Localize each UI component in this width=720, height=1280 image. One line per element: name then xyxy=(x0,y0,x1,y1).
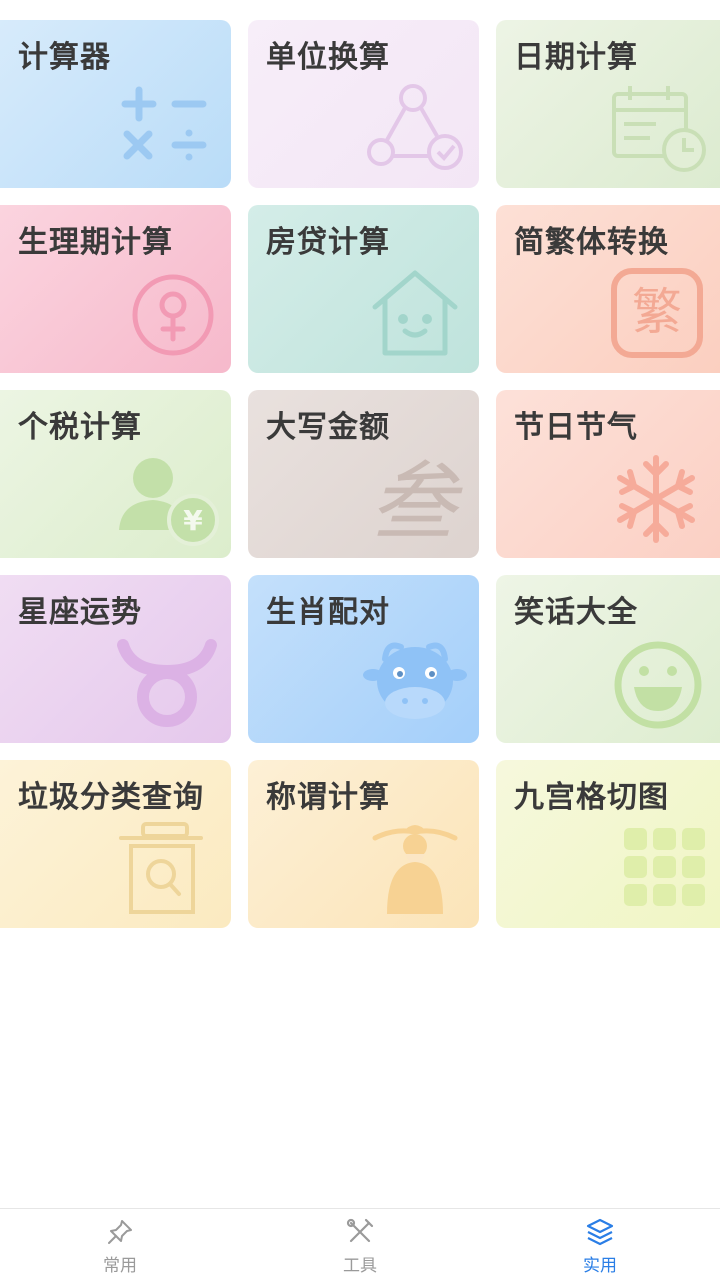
tool-card-title: 生肖配对 xyxy=(266,595,390,630)
tool-card-calculator[interactable]: 计算器 xyxy=(0,20,231,188)
tool-card-title: 笑话大全 xyxy=(514,595,638,630)
tool-card-mortgage-calc[interactable]: 房贷计算 xyxy=(248,205,479,373)
svg-text:¥: ¥ xyxy=(183,504,203,537)
tool-grid: 计算器 单位换算 日期计算 生理期计算 房贷计算 简繁体转换 繁 个税计算 ¥ … xyxy=(0,20,720,928)
grid-cell xyxy=(653,828,676,850)
tool-card-date-calc[interactable]: 日期计算 xyxy=(496,20,720,188)
tab-label: 实用 xyxy=(583,1256,617,1276)
grid-cell xyxy=(624,856,647,878)
house-icon xyxy=(365,269,465,359)
traditional-char-icon: 繁 xyxy=(606,268,706,359)
tool-card-garbage-sorting[interactable]: 垃圾分类查询 xyxy=(0,760,231,928)
person-yuan-icon: ¥ xyxy=(117,454,219,546)
taurus-icon xyxy=(117,639,217,729)
svg-text:叁: 叁 xyxy=(370,453,463,553)
calculator-icon xyxy=(117,84,217,174)
grid-cell xyxy=(653,884,676,906)
grid-cell xyxy=(653,856,676,878)
grid-cell xyxy=(624,828,647,850)
grid-cell xyxy=(682,884,705,906)
tool-card-jokes[interactable]: 笑话大全 xyxy=(496,575,720,743)
grid-cell xyxy=(682,856,705,878)
tool-card-title: 房贷计算 xyxy=(266,225,390,260)
tool-card-uppercase-amount[interactable]: 大写金额 叁 xyxy=(248,390,479,558)
tab-label: 常用 xyxy=(103,1256,137,1276)
elder-figure-icon xyxy=(365,824,465,914)
bottom-tab-bar: 常用 工具 实用 xyxy=(0,1208,720,1280)
tab-common[interactable]: 常用 xyxy=(0,1209,240,1280)
grid-cell xyxy=(682,828,705,850)
tool-card-title: 计算器 xyxy=(18,40,111,75)
tool-card-kinship-calc[interactable]: 称谓计算 xyxy=(248,760,479,928)
tool-card-title: 垃圾分类查询 xyxy=(18,780,204,815)
tab-label: 工具 xyxy=(343,1256,377,1276)
svg-text:繁: 繁 xyxy=(632,283,682,341)
smiley-icon xyxy=(606,639,706,729)
calendar-clock-icon xyxy=(606,84,706,174)
tool-card-title: 简繁体转换 xyxy=(514,225,669,260)
uppercase-number-icon: 叁 xyxy=(365,453,465,553)
tab-tools[interactable]: 工具 xyxy=(240,1209,480,1280)
tool-card-income-tax[interactable]: 个税计算 ¥ xyxy=(0,390,231,558)
tab-practical[interactable]: 实用 xyxy=(480,1209,720,1280)
layers-icon xyxy=(585,1217,615,1247)
ox-icon xyxy=(363,639,467,729)
unit-convert-icon xyxy=(365,84,465,174)
tool-card-title: 单位换算 xyxy=(266,40,390,75)
tool-card-festivals[interactable]: 节日节气 xyxy=(496,390,720,558)
tool-card-title: 生理期计算 xyxy=(18,225,173,260)
tool-card-period-calc[interactable]: 生理期计算 xyxy=(0,205,231,373)
tool-card-simplified-traditional[interactable]: 简繁体转换 繁 xyxy=(496,205,720,373)
snowflake-icon xyxy=(606,454,706,544)
tool-card-horoscope[interactable]: 星座运势 xyxy=(0,575,231,743)
trash-search-icon xyxy=(117,822,217,914)
tool-card-title: 星座运势 xyxy=(18,595,142,630)
tool-card-title: 节日节气 xyxy=(514,410,638,445)
pin-icon xyxy=(105,1217,135,1247)
tool-card-title: 日期计算 xyxy=(514,40,638,75)
tool-card-zodiac-match[interactable]: 生肖配对 xyxy=(248,575,479,743)
tool-card-title: 九宫格切图 xyxy=(514,780,669,815)
tool-card-nine-grid[interactable]: 九宫格切图 xyxy=(496,760,720,928)
tool-card-title: 大写金额 xyxy=(266,410,390,445)
female-symbol-icon xyxy=(117,269,217,359)
tool-card-title: 个税计算 xyxy=(18,410,142,445)
tools-icon xyxy=(345,1217,375,1247)
tool-card-title: 称谓计算 xyxy=(266,780,390,815)
nine-grid-icon xyxy=(606,824,706,914)
tool-card-unit-convert[interactable]: 单位换算 xyxy=(248,20,479,188)
grid-cell xyxy=(624,884,647,906)
